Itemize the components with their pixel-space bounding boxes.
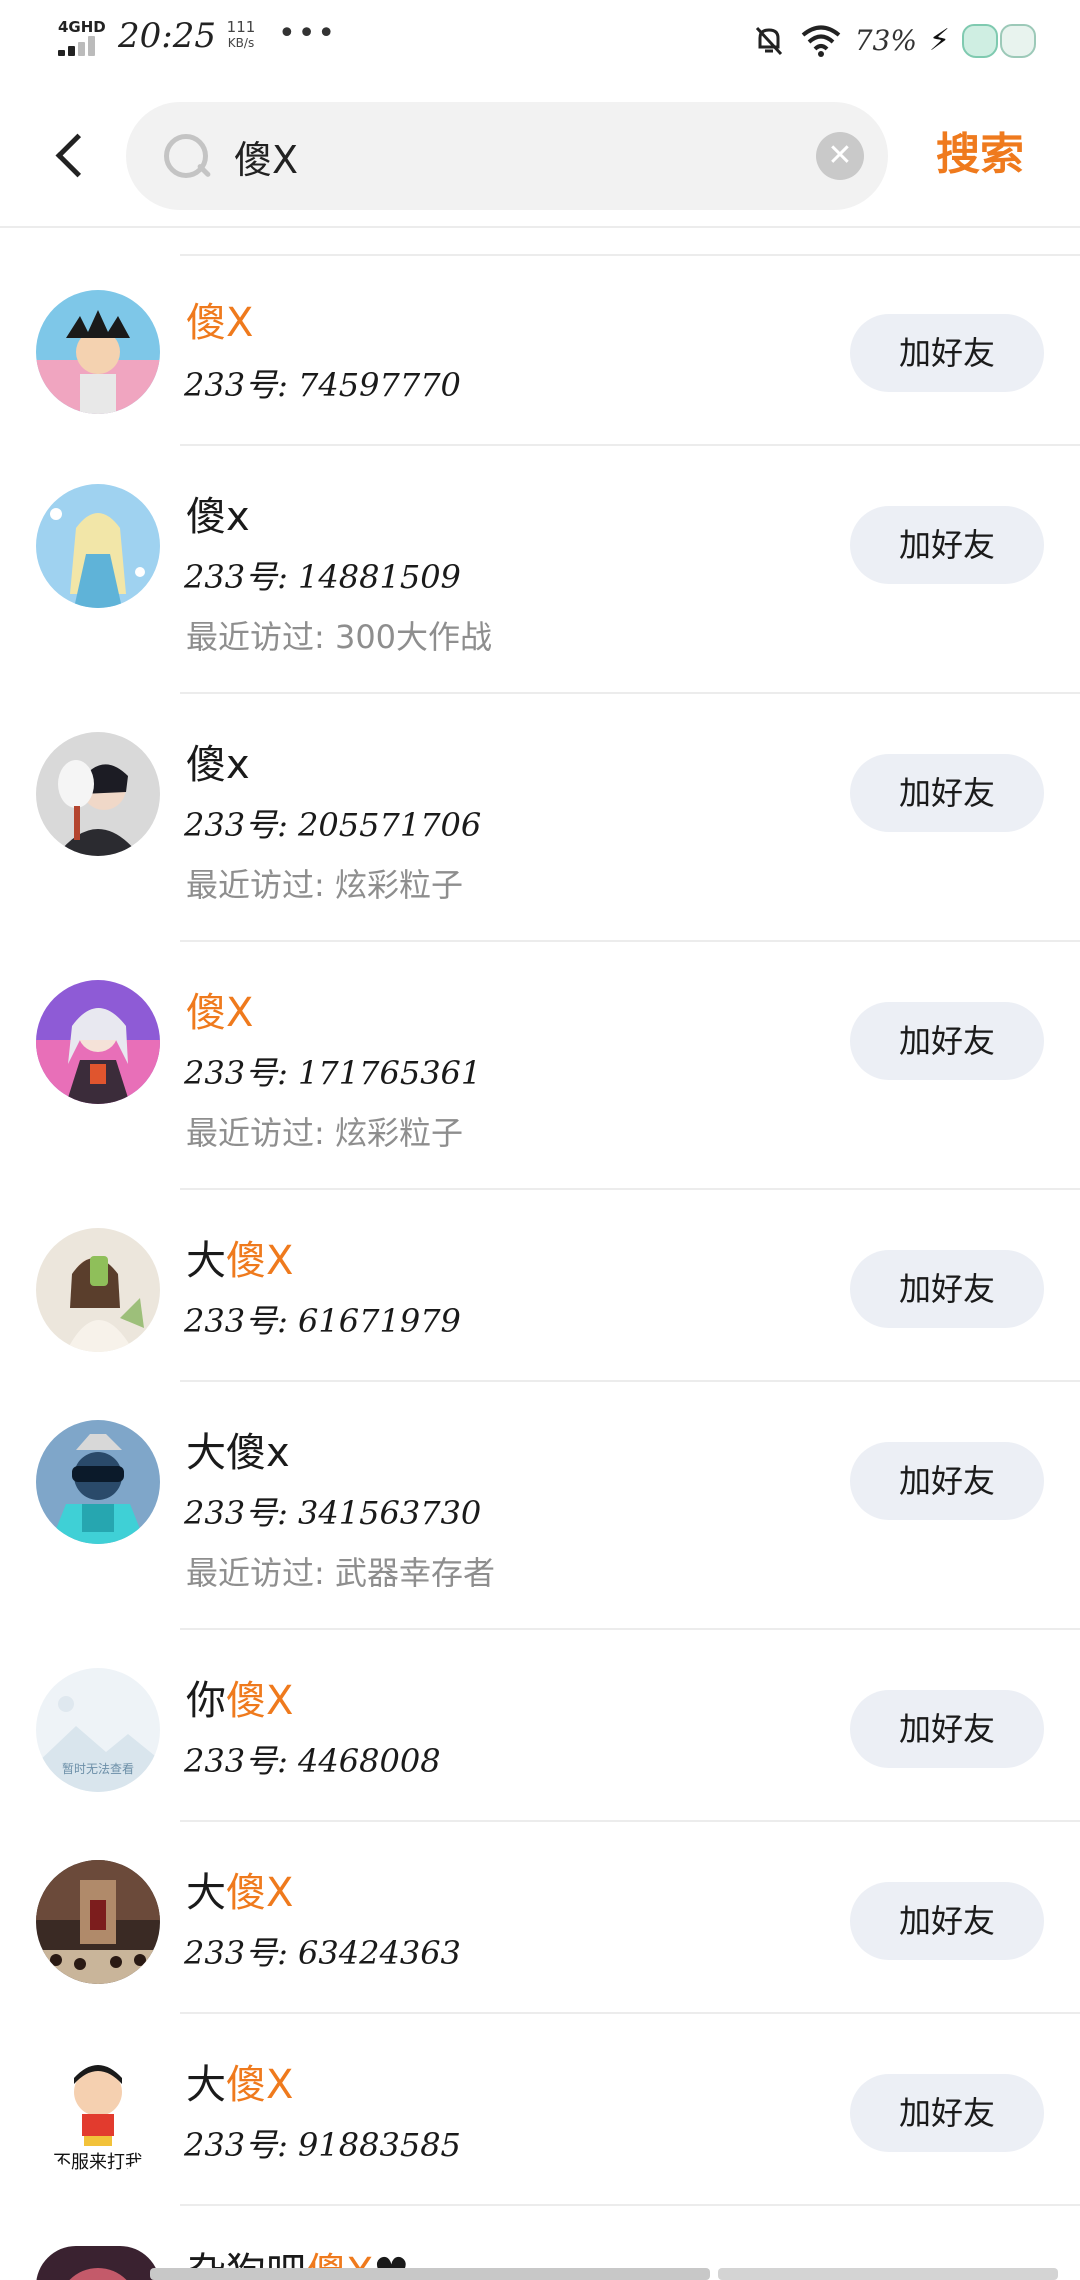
- list-item[interactable]: 大傻X 233号: 63424363 加好友: [0, 1822, 1080, 2014]
- search-bar[interactable]: ✕: [126, 102, 888, 210]
- mute-bell-icon: [755, 26, 782, 56]
- user-id: 233号: 74597770: [184, 366, 461, 404]
- search-header: ✕ 搜索: [0, 84, 1080, 228]
- avatar-caption: 暂时无法查看: [61, 1762, 134, 1776]
- avatar[interactable]: [36, 290, 160, 414]
- add-friend-button[interactable]: 加好友: [850, 2074, 1044, 2152]
- avatar[interactable]: [36, 1420, 160, 1544]
- recently-visited: 最近访过: 武器幸存者: [186, 1554, 495, 1592]
- avatar[interactable]: 暂时无法查看: [36, 1668, 160, 1792]
- user-id: 233号: 63424363: [184, 1934, 461, 1972]
- search-results-list: 傻X 233号: 74597770 加好友 傻x 233号: 14881509 …: [0, 256, 1080, 2280]
- add-friend-button[interactable]: 加好友: [850, 1882, 1044, 1960]
- user-id: 233号: 61671979: [184, 1302, 461, 1340]
- user-name: 傻x: [186, 494, 250, 540]
- add-friend-button[interactable]: 加好友: [850, 314, 1044, 392]
- recently-visited: 最近访过: 炫彩粒子: [186, 1114, 463, 1152]
- recently-visited: 最近访过: 300大作战: [186, 618, 493, 656]
- user-name: 大傻X: [186, 2062, 294, 2108]
- user-name: 傻x: [186, 742, 250, 788]
- more-notifications-icon: •••: [278, 16, 338, 51]
- add-friend-button[interactable]: 加好友: [850, 1002, 1044, 1080]
- add-friend-button[interactable]: 加好友: [850, 1442, 1044, 1520]
- avatar[interactable]: [36, 1860, 160, 1984]
- mascot-sticker-icon: [962, 20, 1040, 60]
- list-item[interactable]: 不服来打我 大傻X 233号: 91883585 加好友: [0, 2014, 1080, 2206]
- avatar[interactable]: [36, 980, 160, 1104]
- user-name: 大傻X: [186, 1238, 294, 1284]
- avatar-caption: 不服来打我: [53, 2152, 143, 2173]
- add-friend-button[interactable]: 加好友: [850, 1690, 1044, 1768]
- avatar[interactable]: [36, 484, 160, 608]
- list-item[interactable]: 傻x 233号: 14881509 最近访过: 300大作战 加好友: [0, 446, 1080, 694]
- status-bar: 4GHD 20:25 111 KB/s ••• 73% ⚡: [0, 0, 1080, 84]
- list-item[interactable]: 傻X 233号: 74597770 加好友: [0, 256, 1080, 446]
- user-name: 傻X: [186, 990, 254, 1036]
- user-name: 大傻x: [186, 1430, 290, 1476]
- user-id: 233号: 91883585: [184, 2126, 461, 2164]
- status-icons: 73% ⚡: [751, 18, 1040, 62]
- scroll-indicator: [718, 2268, 1058, 2280]
- charging-icon: ⚡: [928, 22, 950, 58]
- battery-level: 73%: [854, 23, 917, 57]
- user-name: 傻X: [186, 300, 254, 346]
- clock: 20:25: [118, 16, 216, 56]
- list-item[interactable]: 暂时无法查看 你傻X 233号: 4468008 加好友: [0, 1630, 1080, 1822]
- network-type: 4GHD: [58, 18, 106, 36]
- list-item[interactable]: 杂狗吧傻X♥: [0, 2206, 1080, 2280]
- add-friend-button[interactable]: 加好友: [850, 1250, 1044, 1328]
- back-arrow-icon[interactable]: [44, 124, 96, 188]
- user-id: 233号: 14881509: [184, 558, 461, 596]
- network-speed: 111 KB/s: [226, 18, 256, 50]
- avatar[interactable]: [36, 1228, 160, 1352]
- wifi-icon: [801, 25, 840, 57]
- user-name: 大傻X: [186, 1870, 294, 1916]
- clear-icon[interactable]: ✕: [816, 132, 864, 180]
- search-input[interactable]: [234, 124, 794, 188]
- user-id: 233号: 171765361: [184, 1054, 482, 1092]
- add-friend-button[interactable]: 加好友: [850, 754, 1044, 832]
- avatar[interactable]: 不服来打我: [36, 2052, 160, 2176]
- user-id: 233号: 4468008: [184, 1742, 441, 1780]
- list-item[interactable]: 大傻X 233号: 61671979 加好友: [0, 1190, 1080, 1382]
- signal-icon: [58, 36, 104, 56]
- recently-visited: 最近访过: 炫彩粒子: [186, 866, 463, 904]
- add-friend-button[interactable]: 加好友: [850, 506, 1044, 584]
- user-id: 233号: 341563730: [184, 1494, 482, 1532]
- avatar[interactable]: [36, 2246, 160, 2280]
- list-item[interactable]: 大傻x 233号: 341563730 最近访过: 武器幸存者 加好友: [0, 1382, 1080, 1630]
- list-item[interactable]: 傻X 233号: 171765361 最近访过: 炫彩粒子 加好友: [0, 942, 1080, 1190]
- list-item[interactable]: 傻x 233号: 205571706 最近访过: 炫彩粒子 加好友: [0, 694, 1080, 942]
- avatar[interactable]: [36, 732, 160, 856]
- search-icon: [160, 130, 212, 182]
- user-name: 你傻X: [186, 1678, 294, 1724]
- user-id: 233号: 205571706: [184, 806, 482, 844]
- scroll-indicator: [150, 2268, 710, 2280]
- search-button[interactable]: 搜索: [936, 118, 1024, 182]
